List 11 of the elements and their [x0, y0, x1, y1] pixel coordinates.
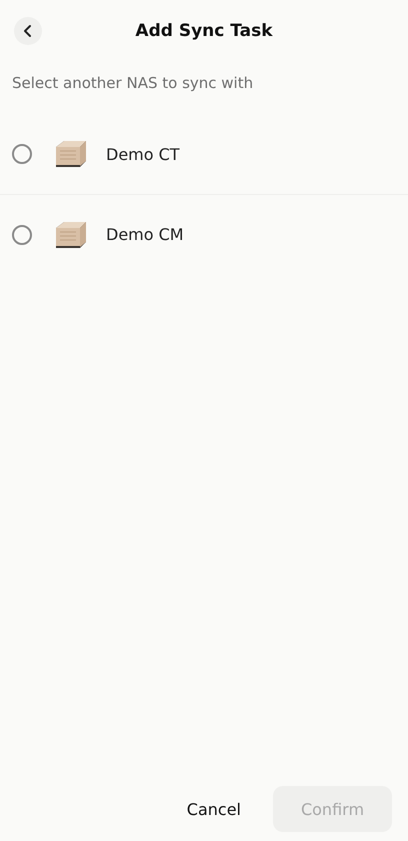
radio-button[interactable]	[12, 144, 32, 164]
instruction-text: Select another NAS to sync with	[12, 74, 254, 94]
nas-device-icon	[54, 139, 88, 169]
radio-button[interactable]	[12, 224, 32, 244]
nas-device-icon	[54, 220, 88, 250]
device-name: Demo CM	[106, 225, 184, 244]
page-title: Add Sync Task	[135, 21, 273, 41]
device-name: Demo CT	[106, 144, 180, 164]
cancel-button[interactable]: Cancel	[180, 792, 247, 826]
back-icon	[22, 24, 34, 38]
back-button[interactable]	[14, 17, 42, 45]
